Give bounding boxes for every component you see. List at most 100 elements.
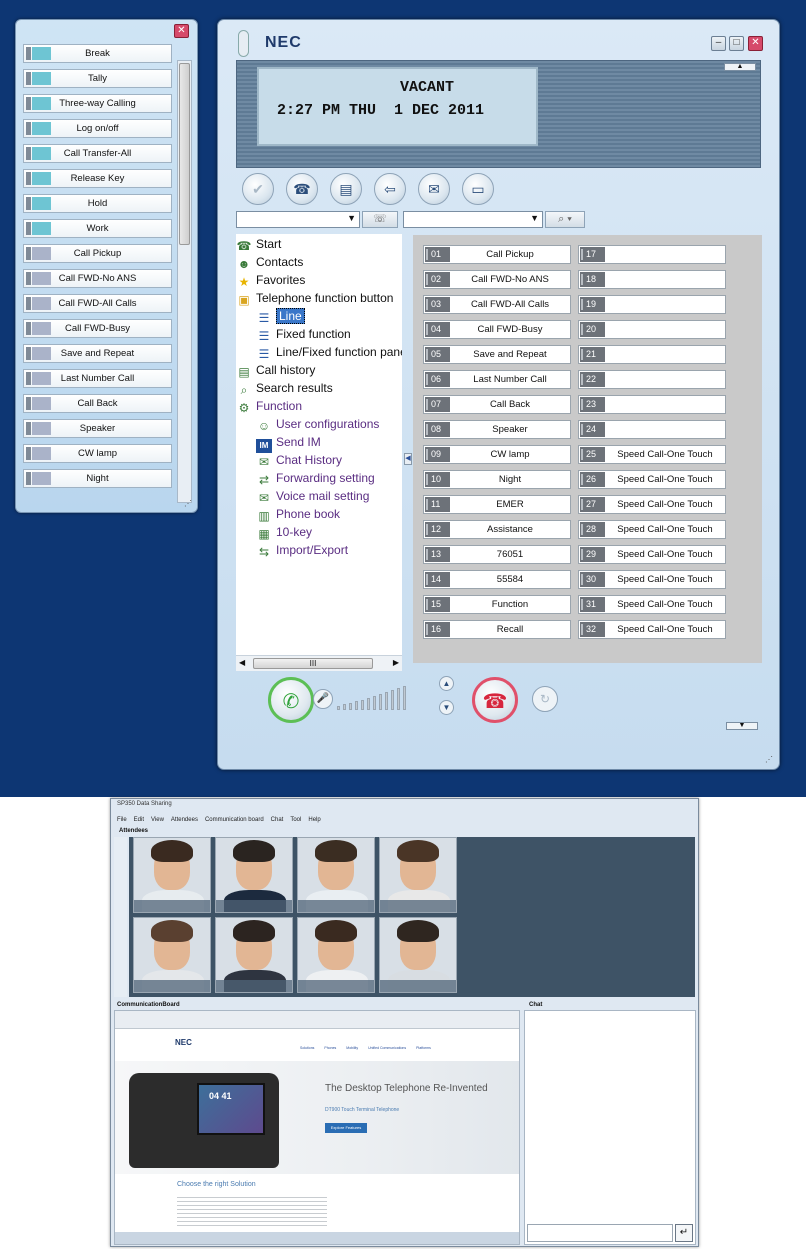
function-key[interactable]: 21 — [578, 345, 726, 364]
volume-down-icon[interactable]: ▼ — [439, 700, 454, 715]
attendee-video-tile[interactable] — [133, 837, 211, 913]
menu-item[interactable]: Chat — [271, 817, 284, 823]
feature-key[interactable]: Break — [23, 44, 172, 63]
pane-collapse-icon[interactable]: ◀ — [404, 453, 412, 465]
tree-item[interactable]: ⇆ Import/Export — [256, 542, 348, 559]
answer-call-button[interactable]: ✆ — [268, 677, 314, 723]
attendee-video-tile[interactable] — [215, 837, 293, 913]
menu-item[interactable]: Communication board — [205, 817, 264, 823]
feature-scrollbar[interactable] — [177, 60, 192, 503]
function-key[interactable]: 20 — [578, 320, 726, 339]
function-key[interactable]: 03 Call FWD-All Calls — [423, 295, 571, 314]
function-key[interactable]: 25 Speed Call-One Touch — [578, 445, 726, 464]
web-nav-link[interactable]: Unified Communications — [368, 1046, 406, 1050]
tree-item[interactable]: ☻ Contacts — [236, 254, 304, 271]
collapse-lcd-button[interactable]: ▲ — [724, 63, 756, 71]
expand-panel-button[interactable]: ▼ — [726, 722, 758, 730]
resize-grip-icon[interactable]: ⋰ — [765, 755, 775, 765]
tree-item[interactable]: ★ Favorites — [236, 272, 306, 289]
send-im-icon[interactable]: ✉ — [418, 173, 450, 205]
function-key[interactable]: 12 Assistance — [423, 520, 571, 539]
feature-key[interactable]: Three-way Calling — [23, 94, 172, 113]
tree-item[interactable]: ✉ Chat History — [256, 452, 342, 469]
function-key[interactable]: 17 — [578, 245, 726, 264]
menu-item[interactable]: Help — [308, 817, 320, 823]
search-select[interactable]: ▼ — [403, 211, 543, 228]
tree-item[interactable]: ☰ Line — [256, 308, 305, 325]
transfer-icon[interactable]: ☎ — [286, 173, 318, 205]
tree-item[interactable]: ✉ Voice mail setting — [256, 488, 369, 505]
web-nav-link[interactable]: Mobility — [346, 1046, 358, 1050]
attendee-video-tile[interactable] — [133, 917, 211, 993]
feature-key[interactable]: Release Key — [23, 169, 172, 188]
function-key[interactable]: 06 Last Number Call — [423, 370, 571, 389]
close-button[interactable]: ✕ — [748, 36, 763, 51]
function-key[interactable]: 29 Speed Call-One Touch — [578, 545, 726, 564]
feature-key[interactable]: Log on/off — [23, 119, 172, 138]
function-key[interactable]: 16 Recall — [423, 620, 571, 639]
function-key[interactable]: 07 Call Back — [423, 395, 571, 414]
window-handle[interactable] — [238, 30, 249, 57]
function-key[interactable]: 32 Speed Call-One Touch — [578, 620, 726, 639]
function-key[interactable]: 26 Speed Call-One Touch — [578, 470, 726, 489]
menu-item[interactable]: File — [117, 817, 127, 823]
tree-item[interactable]: ☰ Line/Fixed function panel — [256, 344, 402, 361]
tree-horizontal-scrollbar[interactable]: ◀ III ▶ — [236, 655, 402, 671]
feature-key[interactable]: Call FWD-All Calls — [23, 294, 172, 313]
function-key[interactable]: 10 Night — [423, 470, 571, 489]
feature-key[interactable]: Hold — [23, 194, 172, 213]
feature-key[interactable]: Speaker — [23, 419, 172, 438]
feature-key[interactable]: Call Pickup — [23, 244, 172, 263]
attendee-video-tile[interactable] — [297, 917, 375, 993]
tree-item[interactable]: ☺ User configurations — [256, 416, 380, 433]
attendee-video-tile[interactable] — [379, 837, 457, 913]
feature-key[interactable]: Call FWD-Busy — [23, 319, 172, 338]
feature-key[interactable]: Call Back — [23, 394, 172, 413]
web-nav-link[interactable]: Platforms — [416, 1046, 431, 1050]
tree-item[interactable]: ☎ Start — [236, 236, 282, 253]
function-key[interactable]: 18 — [578, 270, 726, 289]
feature-key[interactable]: CW lamp — [23, 444, 172, 463]
search-icon[interactable]: ⌕ ▾ — [545, 211, 585, 228]
function-key[interactable]: 22 — [578, 370, 726, 389]
redial-icon[interactable]: ↻ — [532, 686, 558, 712]
chat-input[interactable] — [527, 1224, 673, 1242]
tree-item[interactable]: ⚙ Function — [236, 398, 302, 415]
feature-key[interactable]: Call Transfer-All — [23, 144, 172, 163]
presence-icon[interactable]: ✔ — [242, 173, 274, 205]
function-key[interactable]: 02 Call FWD-No ANS — [423, 270, 571, 289]
microphone-icon[interactable]: 🎤 — [313, 689, 333, 709]
menu-item[interactable]: Attendees — [171, 817, 198, 823]
function-key[interactable]: 01 Call Pickup — [423, 245, 571, 264]
function-key[interactable]: 14 55584 — [423, 570, 571, 589]
volume-up-icon[interactable]: ▲ — [439, 676, 454, 691]
scroll-right-icon[interactable]: ▶ — [393, 658, 399, 667]
close-icon[interactable]: ✕ — [174, 24, 189, 38]
function-key[interactable]: 27 Speed Call-One Touch — [578, 495, 726, 514]
dial-button[interactable]: ☏ — [362, 211, 398, 228]
feature-key[interactable]: Call FWD-No ANS — [23, 269, 172, 288]
call-back-icon[interactable]: ⇦ — [374, 173, 406, 205]
send-icon[interactable]: ↵ — [675, 1224, 693, 1242]
function-key[interactable]: 30 Speed Call-One Touch — [578, 570, 726, 589]
tree-item[interactable]: ▦ 10-key — [256, 524, 312, 541]
tree-item[interactable]: ▣ Telephone function button — [236, 290, 393, 307]
web-nav-link[interactable]: Phones — [324, 1046, 336, 1050]
function-key[interactable]: 24 — [578, 420, 726, 439]
menu-item[interactable]: Edit — [134, 817, 144, 823]
function-key[interactable]: 09 CW lamp — [423, 445, 571, 464]
tree-item[interactable]: ☰ Fixed function — [256, 326, 351, 343]
resize-grip-icon[interactable]: ⋰ — [184, 499, 194, 509]
attendee-video-tile[interactable] — [379, 917, 457, 993]
feature-key[interactable]: Work — [23, 219, 172, 238]
function-key[interactable]: 08 Speaker — [423, 420, 571, 439]
menu-item[interactable]: View — [151, 817, 164, 823]
feature-key[interactable]: Save and Repeat — [23, 344, 172, 363]
scrollbar-thumb[interactable] — [179, 63, 190, 245]
web-nav-link[interactable]: Solutions — [300, 1046, 314, 1050]
feature-key[interactable]: Night — [23, 469, 172, 488]
function-key[interactable]: 05 Save and Repeat — [423, 345, 571, 364]
tree-item[interactable]: IM Send IM — [256, 434, 321, 453]
attendee-video-tile[interactable] — [215, 917, 293, 993]
function-key[interactable]: 13 76051 — [423, 545, 571, 564]
